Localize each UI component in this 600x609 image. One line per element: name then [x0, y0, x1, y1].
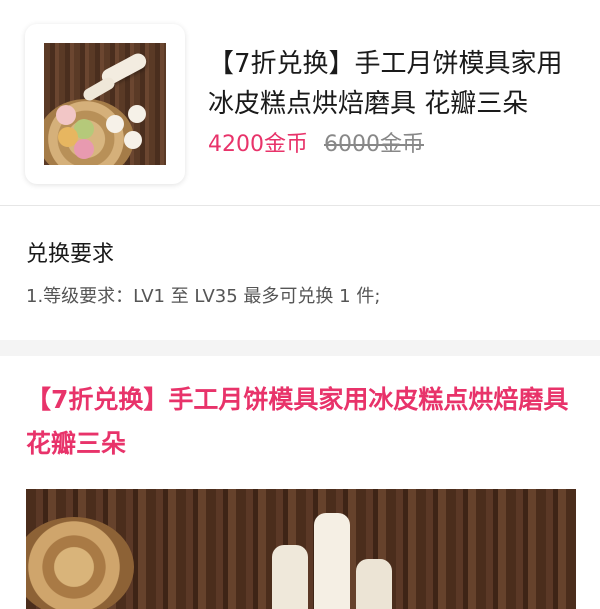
- mold-handle-secondary: [81, 75, 117, 103]
- exchange-price: 4200金币: [208, 132, 308, 157]
- section-separator: [0, 340, 600, 356]
- requirements-heading: 兑换要求: [26, 242, 115, 267]
- mold-stamp: [128, 105, 146, 123]
- original-price: 6000金币: [324, 132, 424, 157]
- product-detail: 【7折兑换】手工月饼模具家用冰皮糕点烘焙磨具 花瓣三朵: [0, 356, 600, 609]
- mooncake-mold-product-photo-icon: [44, 43, 166, 165]
- product-title: 【7折兑换】手工月饼模具家用冰皮糕点烘焙磨具 花瓣三朵: [208, 49, 563, 119]
- mooncake-mold-detail-photo-icon[interactable]: [26, 489, 576, 609]
- mold-stamp: [106, 115, 124, 133]
- product-thumbnail[interactable]: [25, 24, 185, 184]
- mold-handle: [272, 545, 308, 609]
- product-card: 【7折兑换】手工月饼模具家用冰皮糕点烘焙磨具 花瓣三朵 4200金币 6000金…: [0, 0, 600, 205]
- mooncake: [74, 139, 94, 159]
- price-row: 4200金币 6000金币: [208, 126, 424, 160]
- mooncake: [56, 105, 76, 125]
- mold-handle: [356, 559, 392, 609]
- wood-slice: [26, 517, 134, 609]
- requirements-text: 1.等级要求：LV1 至 LV35 最多可兑换 1 件;: [26, 286, 381, 307]
- mold-handle: [314, 513, 350, 609]
- exchange-requirements: 兑换要求 1.等级要求：LV1 至 LV35 最多可兑换 1 件;: [0, 206, 600, 340]
- detail-title: 【7折兑换】手工月饼模具家用冰皮糕点烘焙磨具 花瓣三朵: [26, 385, 569, 458]
- mold-stamp: [124, 131, 142, 149]
